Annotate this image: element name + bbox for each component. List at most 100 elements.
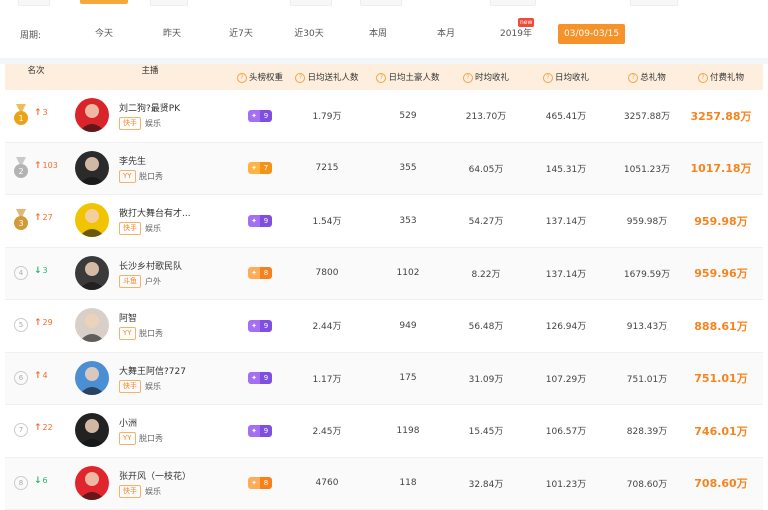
avatar[interactable] xyxy=(75,255,109,290)
weekly-income: 54.27万 xyxy=(468,217,504,228)
filter-option[interactable] xyxy=(150,0,188,6)
anchor-cell[interactable]: 长沙乡村歌民队 斗鱼 户外 xyxy=(67,248,233,300)
table-row[interactable]: 6 ↑4 大舞王阿信?727 快手 娱乐 ✦ 9 1.17万 175 31.09… xyxy=(5,352,763,405)
period-this-week[interactable]: 本周 xyxy=(364,24,392,44)
filter-option-active[interactable] xyxy=(80,0,128,4)
paid-gifts: 959.98万 xyxy=(694,214,748,228)
filter-option[interactable] xyxy=(18,0,50,6)
table-body: 1 ↑3 刘二狗?最贤PK 快手 娱乐 ✦ 9 1.79万 529 213.70… xyxy=(5,90,763,510)
anchor-name[interactable]: 大舞王阿信?727 xyxy=(119,364,186,377)
weekly-income: 8.22万 xyxy=(471,269,501,280)
trend-up-icon: ↑ xyxy=(34,370,42,381)
anchor-cell[interactable]: 李先生 YY 脱口秀 xyxy=(67,143,233,195)
rank-number: 7 xyxy=(14,423,28,437)
period-2019[interactable]: 2019年 new xyxy=(496,18,536,44)
table-row[interactable]: 3 ↑27 散打大舞台有才... 快手 娱乐 ✦ 9 1.54万 353 54.… xyxy=(5,195,763,248)
header-daily-reward-users[interactable]: ? 日均送礼人数 xyxy=(287,71,367,83)
avatar[interactable] xyxy=(75,465,109,500)
header-daily-income[interactable]: ? 日均收礼 xyxy=(523,71,609,83)
platform-badge: YY xyxy=(119,327,136,340)
header-total-gifts[interactable]: ? 总礼物 xyxy=(609,71,685,83)
period-30days[interactable]: 近30天 xyxy=(290,24,328,44)
filter-option[interactable] xyxy=(630,0,678,6)
weekly-income: 64.05万 xyxy=(468,164,504,175)
platform-badge: YY xyxy=(119,432,136,445)
header-total-gifts-label: 总礼物 xyxy=(640,73,666,83)
anchor-name[interactable]: 张开风（一枝花） xyxy=(119,469,191,482)
period-today[interactable]: 今天 xyxy=(92,24,116,44)
header-weight[interactable]: ? 头榜权重 xyxy=(233,71,287,83)
new-badge: new xyxy=(518,18,535,27)
header-paid-gifts-label: 付费礼物 xyxy=(709,73,744,83)
header-anchor: 主播 xyxy=(141,66,159,76)
gold-medal-icon: 1 xyxy=(14,104,28,125)
anchor-name[interactable]: 刘二狗?最贤PK xyxy=(119,101,180,114)
rank-cell: 7 ↑22 xyxy=(5,405,67,457)
weight-flame-icon: ✦ xyxy=(248,214,260,227)
table-row[interactable]: 1 ↑3 刘二狗?最贤PK 快手 娱乐 ✦ 9 1.79万 529 213.70… xyxy=(5,90,763,143)
period-label: 周期: xyxy=(20,31,42,41)
rank-cell: 2 ↑103 xyxy=(5,143,67,195)
paid-gifts: 1017.18万 xyxy=(690,162,752,176)
table-row[interactable]: 8 ↓6 张开风（一枝花） 快手 娱乐 ✦ 8 4760 118 32.84万 … xyxy=(5,457,763,510)
anchor-cell[interactable]: 阿智 YY 脱口秀 xyxy=(67,300,233,352)
period-custom-range[interactable]: 03/09-03/15 xyxy=(558,24,626,44)
weight-flame-icon: ✦ xyxy=(248,477,260,490)
category-label: 脱口秀 xyxy=(139,434,163,443)
anchor-cell[interactable]: 散打大舞台有才... 快手 娱乐 xyxy=(67,195,233,247)
period-yesterday[interactable]: 昨天 xyxy=(160,24,184,44)
avatar[interactable] xyxy=(75,203,109,237)
rank-number: 6 xyxy=(14,370,28,385)
platform-badge: 快手 xyxy=(119,379,141,393)
avatar[interactable] xyxy=(75,360,109,395)
weight-cell: ✦ 7 xyxy=(233,162,287,175)
header-paid-gifts[interactable]: ? 付费礼物 xyxy=(685,71,757,83)
weight-cell: ✦ 9 xyxy=(233,372,287,385)
avatar[interactable] xyxy=(75,308,109,342)
weekly-income: 213.70万 xyxy=(465,112,507,123)
anchor-cell[interactable]: 大舞王阿信?727 快手 娱乐 xyxy=(67,353,233,405)
daily-reward-users: 7800 xyxy=(315,268,339,279)
daily-income: 101.23万 xyxy=(545,479,587,490)
table-row[interactable]: 7 ↑22 小洲 YY 脱口秀 ✦ 9 2.45万 1198 15.45万 10… xyxy=(5,405,763,458)
filter-option[interactable] xyxy=(490,0,536,6)
table-row[interactable]: 5 ↑29 阿智 YY 脱口秀 ✦ 9 2.44万 949 56.48万 126… xyxy=(5,300,763,353)
weight-value: 9 xyxy=(260,214,272,227)
anchor-name[interactable]: 阿智 xyxy=(119,311,137,324)
filter-option[interactable] xyxy=(290,0,332,6)
category-label: 脱口秀 xyxy=(139,329,163,338)
rank-cell: 5 ↑29 xyxy=(5,300,67,352)
daily-uploader: 118 xyxy=(399,478,417,489)
table-row[interactable]: 4 ↓3 长沙乡村歌民队 斗鱼 户外 ✦ 8 7800 1102 8.22万 1… xyxy=(5,247,763,300)
rank-change: 3 xyxy=(42,265,48,275)
anchor-name[interactable]: 散打大舞台有才... xyxy=(119,206,191,219)
rank-trend: ↓3 xyxy=(34,266,48,276)
anchor-name[interactable]: 长沙乡村歌民队 xyxy=(119,259,182,272)
period-7days[interactable]: 近7天 xyxy=(224,24,258,44)
anchor-name[interactable]: 小洲 xyxy=(119,416,137,429)
avatar[interactable] xyxy=(75,98,109,132)
period-this-month[interactable]: 本月 xyxy=(432,24,460,44)
anchor-cell[interactable]: 刘二狗?最贤PK 快手 娱乐 xyxy=(67,90,233,142)
daily-uploader: 353 xyxy=(399,215,417,226)
header-daily-uploader[interactable]: ? 日均土豪人数 xyxy=(367,71,449,83)
weight-value: 8 xyxy=(260,477,272,490)
avatar[interactable] xyxy=(75,150,109,185)
header-weekly-income[interactable]: ? 时均收礼 xyxy=(449,71,523,83)
daily-income: 126.94万 xyxy=(545,322,587,333)
table-row[interactable]: 2 ↑103 李先生 YY 脱口秀 ✦ 7 7215 355 64.05万 14… xyxy=(5,142,763,195)
paid-gifts: 746.01万 xyxy=(694,424,748,438)
weight-flame-icon: ✦ xyxy=(248,424,260,437)
anchor-cell[interactable]: 张开风（一枝花） 快手 娱乐 xyxy=(67,458,233,510)
avatar[interactable] xyxy=(75,413,109,447)
weekly-income: 56.48万 xyxy=(468,322,504,333)
anchor-cell[interactable]: 小洲 YY 脱口秀 xyxy=(67,405,233,457)
filter-option[interactable] xyxy=(360,0,402,6)
platform-badge: YY xyxy=(119,169,136,183)
table-header: 名次 主播 ? 头榜权重 ? 日均送礼人数 ? 日均土豪人数 ? 时均收礼 ? 日均收礼 … xyxy=(5,64,763,90)
rank-cell: 3 ↑27 xyxy=(5,195,67,247)
rank-trend: ↑3 xyxy=(34,108,48,118)
anchor-name[interactable]: 李先生 xyxy=(119,154,146,167)
header-weight-label: 头榜权重 xyxy=(248,73,283,83)
category-label: 户外 xyxy=(145,276,161,286)
